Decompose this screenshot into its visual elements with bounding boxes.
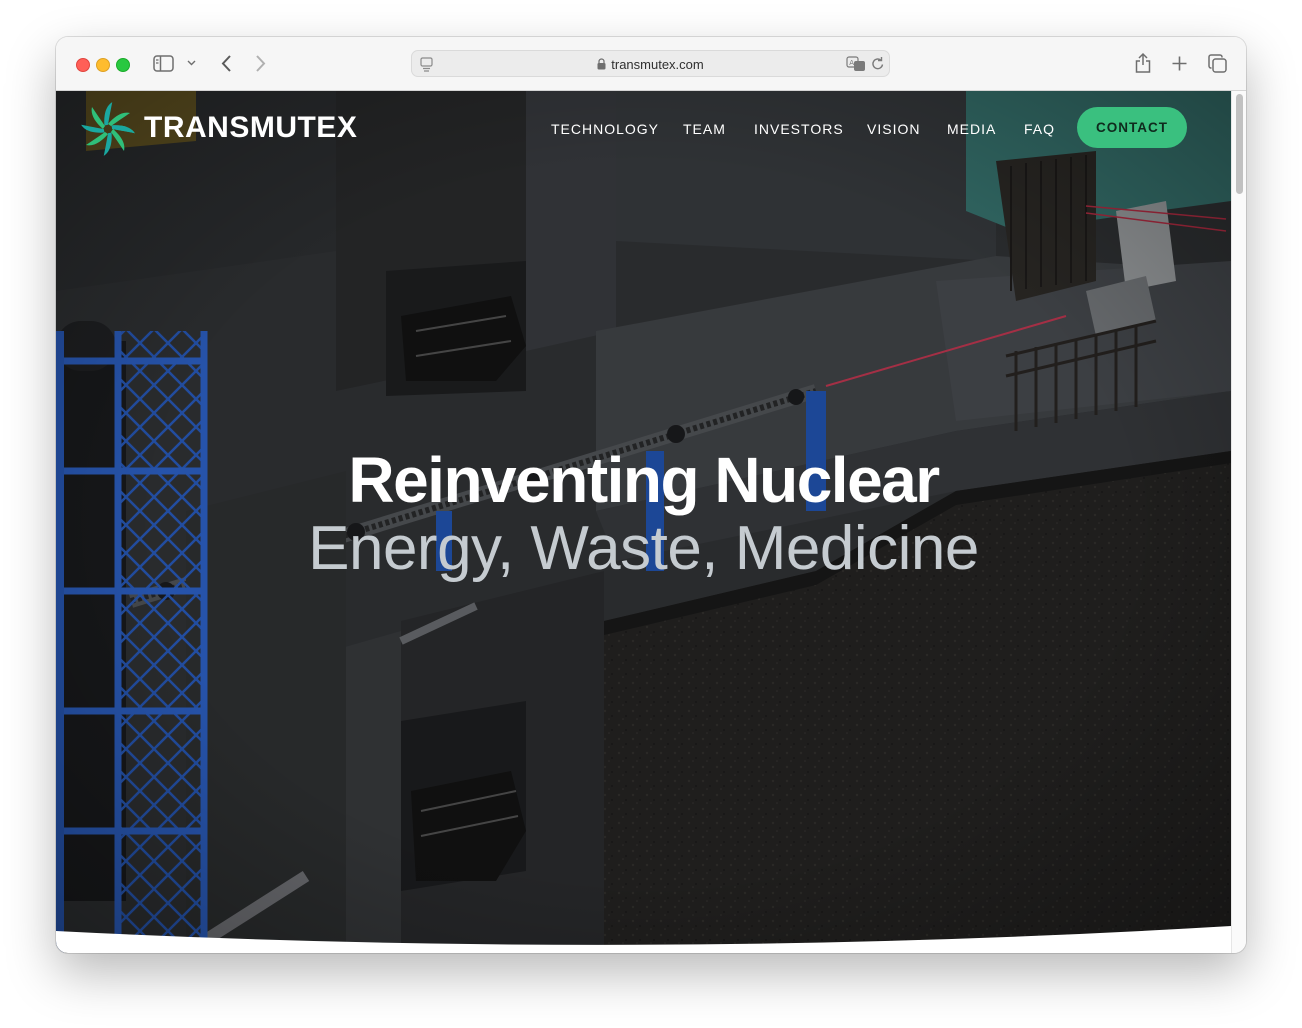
- url-display: transmutex.com: [412, 57, 889, 72]
- svg-text:A: A: [849, 59, 854, 67]
- lock-icon: [597, 58, 606, 70]
- page-scrollbar[interactable]: [1231, 91, 1246, 953]
- reload-icon[interactable]: [871, 56, 885, 72]
- chevron-down-icon[interactable]: [187, 60, 196, 66]
- transmutex-logo-icon: [81, 102, 136, 156]
- nav-vision[interactable]: VISION: [867, 121, 920, 137]
- brand-name: TRANSMUTEX: [144, 111, 358, 144]
- nav-media[interactable]: MEDIA: [947, 121, 996, 137]
- nav-faq[interactable]: FAQ: [1024, 121, 1055, 137]
- url-text: transmutex.com: [611, 57, 704, 72]
- brand-logo[interactable]: TRANSMUTEX: [80, 101, 370, 157]
- browser-toolbar: transmutex.com A: [56, 37, 1246, 91]
- hero-subtitle: Energy, Waste, Medicine: [308, 514, 979, 583]
- forward-icon[interactable]: [255, 54, 267, 73]
- share-icon[interactable]: [1134, 52, 1152, 74]
- scrollbar-thumb[interactable]: [1236, 94, 1243, 194]
- sidebar-icon[interactable]: [153, 55, 174, 72]
- page-viewport: TRANSMUTEX TECHNOLOGY TEAM INVESTORS VIS…: [56, 91, 1231, 953]
- minimize-window-button[interactable]: [96, 58, 110, 72]
- hero-title: Reinventing Nuclear: [348, 444, 940, 516]
- back-icon[interactable]: [220, 54, 232, 73]
- nav-investors[interactable]: INVESTORS: [754, 121, 844, 137]
- tabs-icon[interactable]: [1208, 54, 1227, 73]
- plus-icon[interactable]: [1172, 56, 1187, 71]
- address-bar[interactable]: transmutex.com A: [411, 50, 890, 77]
- close-window-button[interactable]: [76, 58, 90, 72]
- contact-button[interactable]: CONTACT: [1077, 107, 1187, 148]
- nav-team[interactable]: TEAM: [683, 121, 726, 137]
- browser-window: transmutex.com A TRANSMUTEX TECHNOLOGY T…: [56, 37, 1246, 953]
- zoom-window-button[interactable]: [116, 58, 130, 72]
- translate-icon[interactable]: A: [846, 56, 866, 72]
- nav-technology[interactable]: TECHNOLOGY: [551, 121, 659, 137]
